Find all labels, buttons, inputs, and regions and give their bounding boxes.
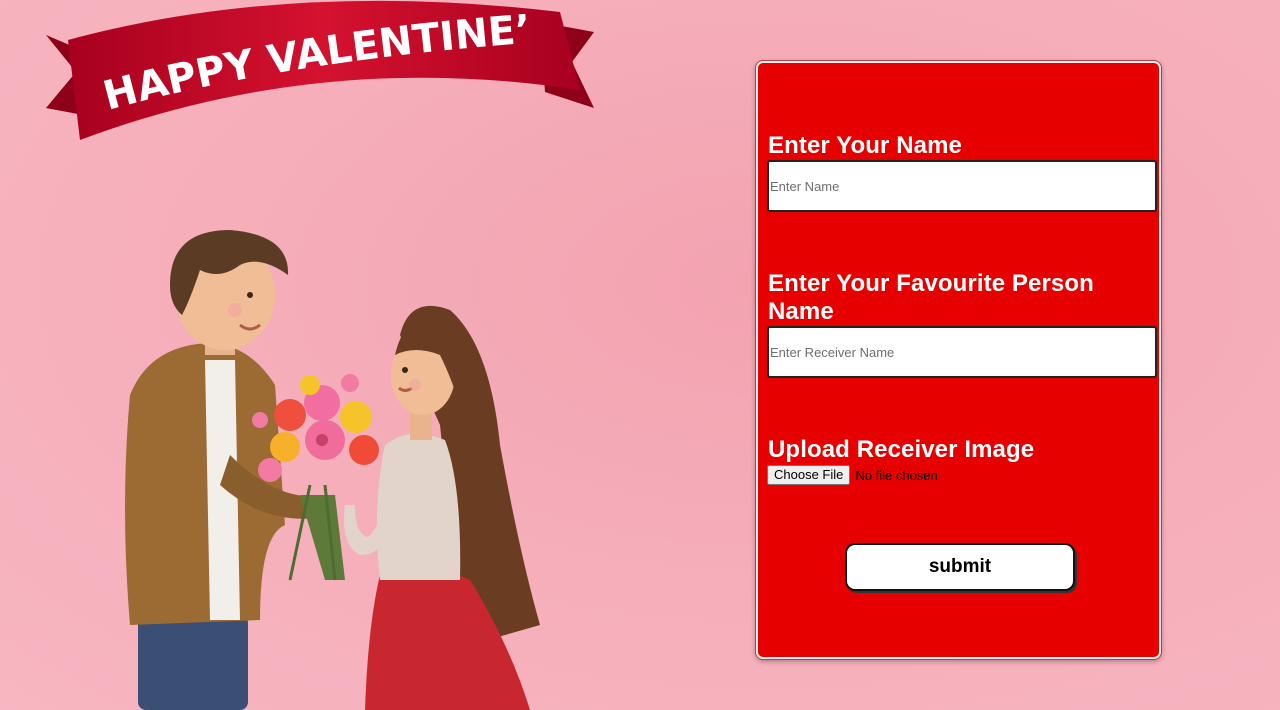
man-figure: [125, 230, 335, 710]
file-upload-control: Choose File No file chosen: [767, 465, 938, 485]
submit-button[interactable]: submit: [845, 543, 1075, 591]
valentine-form-card: Enter Your Name Enter Your Favourite Per…: [756, 61, 1161, 659]
valentines-banner: HAPPY VALENTINE’S DAY: [40, 0, 594, 140]
name-label: Enter Your Name: [768, 132, 963, 159]
couple-illustration: [125, 230, 540, 710]
receiver-name-label: Enter Your Favourite Person Name: [768, 270, 1094, 325]
upload-image-label: Upload Receiver Image: [768, 436, 1035, 463]
choose-file-button[interactable]: Choose File: [767, 465, 851, 485]
woman-figure: [344, 305, 540, 710]
receiver-name-input[interactable]: [767, 326, 1157, 378]
name-input[interactable]: [767, 160, 1157, 212]
file-status-text: No file chosen: [855, 467, 938, 483]
